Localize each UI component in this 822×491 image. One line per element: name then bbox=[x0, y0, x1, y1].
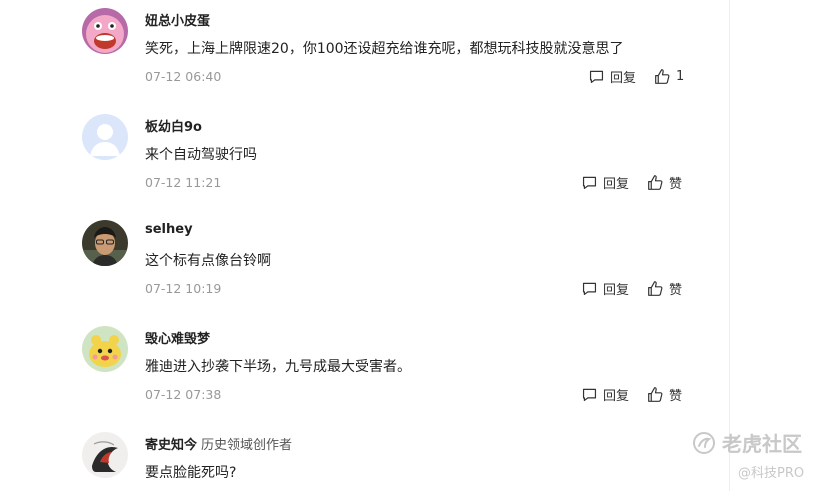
vertical-divider bbox=[729, 0, 730, 491]
timestamp: 07-12 06:40 bbox=[145, 69, 222, 84]
avatar[interactable] bbox=[82, 432, 128, 478]
like-button[interactable]: 赞 bbox=[647, 384, 682, 404]
like-button[interactable]: 赞 bbox=[647, 172, 682, 192]
comment-item: selhey 这个标有点像台铃啊 07-12 10:19 回复 赞 bbox=[0, 212, 729, 318]
comment-bubble-icon bbox=[582, 388, 597, 401]
reply-button[interactable]: 回复 bbox=[581, 384, 629, 404]
thumbs-up-icon bbox=[648, 174, 663, 190]
user-title: 历史领域创作者 bbox=[201, 438, 293, 453]
watermark-sub: @科技PRO bbox=[738, 466, 805, 481]
thumbs-up-icon bbox=[655, 68, 670, 84]
username[interactable]: selhey bbox=[145, 222, 193, 237]
username-text[interactable]: 板幼白9o bbox=[145, 120, 202, 135]
thumbs-up-icon bbox=[648, 280, 663, 296]
comment-text: 来个自动驾驶行吗 bbox=[145, 147, 257, 163]
reply-label: 回复 bbox=[603, 388, 630, 404]
username[interactable]: 毁心难毁梦 bbox=[145, 328, 210, 347]
default-user-avatar-icon bbox=[82, 114, 128, 160]
comment-bubble-icon bbox=[582, 282, 597, 295]
watermark-brand: 老虎社区 bbox=[722, 432, 802, 456]
comment-text: 雅迪进入抄袭下半场，九号成最大受害者。 bbox=[145, 359, 411, 375]
avatar[interactable] bbox=[82, 326, 128, 372]
reply-label: 回复 bbox=[603, 282, 630, 298]
like-label: 赞 bbox=[669, 282, 683, 298]
photo-avatar-icon bbox=[82, 220, 128, 266]
username-text[interactable]: 毁心难毁梦 bbox=[145, 332, 210, 347]
reply-button[interactable]: 回复 bbox=[581, 278, 629, 298]
timestamp: 07-12 07:38 bbox=[145, 387, 222, 402]
reply-button[interactable]: 回复 bbox=[588, 66, 636, 86]
like-button[interactable]: 1 bbox=[654, 66, 684, 86]
comment-item: 妞总小皮蛋 笑死，上海上牌限速20，你100还设超充给谁充呢，都想玩科技股就没意… bbox=[0, 0, 729, 106]
username-text[interactable]: 妞总小皮蛋 bbox=[145, 14, 210, 29]
comment-bubble-icon bbox=[589, 70, 604, 83]
cartoon-face-avatar-icon bbox=[82, 8, 128, 54]
like-count: 1 bbox=[676, 68, 685, 84]
username[interactable]: 寄史知今 历史领域创作者 bbox=[145, 434, 292, 453]
reply-button[interactable]: 回复 bbox=[581, 172, 629, 192]
comment-text: 这个标有点像台铃啊 bbox=[145, 253, 271, 269]
like-button[interactable]: 赞 bbox=[647, 278, 682, 298]
reply-label: 回复 bbox=[610, 70, 637, 86]
like-label: 赞 bbox=[669, 388, 683, 404]
sketch-avatar-icon bbox=[82, 432, 128, 478]
comment-text: 笑死，上海上牌限速20，你100还设超充给谁充呢，都想玩科技股就没意思了 bbox=[145, 41, 624, 57]
like-label: 赞 bbox=[669, 176, 683, 192]
reply-label: 回复 bbox=[603, 176, 630, 192]
timestamp: 07-12 11:21 bbox=[145, 175, 222, 190]
username-text[interactable]: selhey bbox=[145, 222, 193, 237]
watermark-logo: 老虎社区 bbox=[692, 428, 802, 457]
timestamp: 07-12 10:19 bbox=[145, 281, 222, 296]
username[interactable]: 妞总小皮蛋 bbox=[145, 10, 210, 29]
comment-bubble-icon bbox=[582, 176, 597, 189]
username[interactable]: 板幼白9o bbox=[145, 116, 202, 135]
comment-item: 板幼白9o 来个自动驾驶行吗 07-12 11:21 回复 赞 bbox=[0, 106, 729, 212]
cartoon-character-avatar-icon bbox=[82, 326, 128, 372]
comment-item: 寄史知今 历史领域创作者 要点脸能死吗? bbox=[0, 424, 729, 491]
avatar[interactable] bbox=[82, 220, 128, 266]
username-text[interactable]: 寄史知今 bbox=[145, 438, 197, 453]
avatar[interactable] bbox=[82, 8, 128, 54]
comment-item: 毁心难毁梦 雅迪进入抄袭下半场，九号成最大受害者。 07-12 07:38 回复… bbox=[0, 318, 729, 424]
tiger-logo-icon bbox=[693, 431, 715, 454]
comment-text: 要点脸能死吗? bbox=[145, 465, 237, 481]
avatar[interactable] bbox=[82, 114, 128, 160]
thumbs-up-icon bbox=[648, 386, 663, 402]
